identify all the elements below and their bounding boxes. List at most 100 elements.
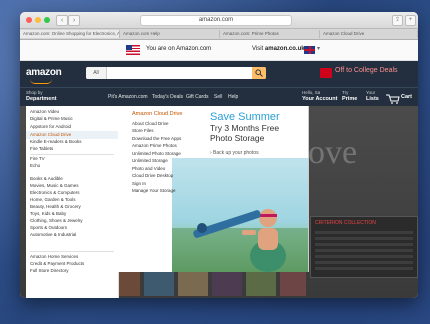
cloud-drive-flyout: Amazon Cloud Drive About Cloud Drive Sto… <box>118 106 309 272</box>
promo-link[interactable]: › Back up your photos <box>210 150 259 156</box>
lists-small: Your <box>366 90 376 95</box>
menu-item-home-garden[interactable]: Home, Garden & Tools <box>30 197 75 202</box>
new-tab-icon[interactable]: + <box>405 15 416 26</box>
tab-bar: Amazon.com: Online Shopping for Electron… <box>20 29 418 40</box>
flyout-item-desktop[interactable]: Cloud Drive Desktop <box>132 173 173 178</box>
menu-item-sports[interactable]: Sports & Outdoors <box>30 225 67 230</box>
account-big: Your Account <box>302 96 338 102</box>
shop-by-big: Department <box>26 96 57 102</box>
uk-flag-icon <box>304 46 315 54</box>
menu-divider-2 <box>30 251 114 252</box>
department-menu: Amazon Video Digital & Prime Music Appst… <box>26 106 119 298</box>
maximize-window-button[interactable] <box>44 17 50 23</box>
promo-title: Save Summer <box>210 111 280 123</box>
person-with-water-gun-image <box>172 209 308 272</box>
tab-prime-photos[interactable]: Amazon.com: Prime Photos <box>220 30 320 38</box>
menu-item-appstore[interactable]: Appstore for Android <box>30 124 71 129</box>
nav-link-amazon[interactable]: Pit's Amazon.com <box>108 94 148 100</box>
menu-item-beauty[interactable]: Beauty, Health & Grocery <box>30 204 81 209</box>
browser-window: ‹ › amazon.com ⇪ + Amazon.com: Online Sh… <box>20 12 418 298</box>
visit-uk-domain[interactable]: amazon.co.uk <box>265 46 305 52</box>
promo-line-2: Photo Storage <box>210 132 265 143</box>
tab-amazon-help[interactable]: Amazon.com Help <box>120 30 220 38</box>
ad-banner[interactable]: CRITERION COLLECTION <box>310 216 418 278</box>
amazon-smile-icon <box>30 79 52 84</box>
menu-item-automotive[interactable]: Automotive & Industrial <box>30 232 76 237</box>
flyout-item-manage-storage[interactable]: Manage Your Storage <box>132 188 176 193</box>
college-deals-promo[interactable]: Off to College Deals <box>320 67 414 79</box>
search-icon <box>255 69 263 77</box>
prime-student-badge-icon <box>320 68 332 78</box>
menu-item-clothing[interactable]: Clothing, Shoes & Jewelry <box>30 218 83 223</box>
chevron-down-icon[interactable]: ▾ <box>317 45 320 52</box>
tab-amazon-home[interactable]: Amazon.com: Online Shopping for Electron… <box>20 30 120 38</box>
us-flag-icon <box>126 45 140 55</box>
nav-link-gift-cards[interactable]: Gift Cards <box>186 94 209 100</box>
prime-menu[interactable]: Try Prime <box>342 90 357 102</box>
menu-item-echo[interactable]: Echo <box>30 163 40 168</box>
thumbnail-4[interactable] <box>212 272 242 296</box>
cart-icon <box>386 94 400 104</box>
menu-item-cloud-drive[interactable]: Amazon Cloud Drive <box>30 132 71 137</box>
menu-item-fire-tv[interactable]: Fire TV <box>30 156 45 161</box>
menu-item-movies[interactable]: Movies, Music & Games <box>30 183 79 188</box>
search-input[interactable] <box>108 67 248 79</box>
menu-item-electronics[interactable]: Electronics & Computers <box>30 190 80 195</box>
promo-subtitle: Try 3 Months Free Photo Storage <box>210 123 279 143</box>
shop-by-small: Shop by <box>26 90 43 95</box>
thumbnail-5[interactable] <box>246 272 276 296</box>
hero-banner-text: ove <box>308 134 358 171</box>
flyout-item-download-apps[interactable]: Download the Free Apps <box>132 136 181 141</box>
minimize-window-button[interactable] <box>35 17 41 23</box>
menu-divider <box>30 154 114 155</box>
search-category-select[interactable]: All <box>86 67 107 79</box>
menu-item-music[interactable]: Digital & Prime Music <box>30 116 73 121</box>
menu-item-kindle[interactable]: Kindle E-readers & Books <box>30 139 82 144</box>
ad-heading: CRITERION COLLECTION <box>315 220 376 226</box>
ad-body <box>315 231 413 271</box>
search-bar: All <box>86 67 266 79</box>
flyout-heading: Amazon Cloud Drive <box>132 111 183 117</box>
menu-item-toys[interactable]: Toys, Kids & Baby <box>30 211 66 216</box>
nav-row: Shop by Department Pit's Amazon.com Toda… <box>20 87 418 106</box>
search-button[interactable] <box>252 67 266 79</box>
flyout-item-store-files[interactable]: Store Files <box>132 128 154 133</box>
address-bar[interactable]: amazon.com <box>140 15 292 26</box>
flyout-item-sign-in[interactable]: Sign In <box>132 181 146 186</box>
site-header: amazon All Off to College Deals <box>20 61 418 87</box>
visit-prefix: Visit <box>252 46 264 52</box>
share-icon[interactable]: ⇪ <box>392 15 403 26</box>
browser-titlebar: ‹ › amazon.com ⇪ + <box>20 12 418 29</box>
shop-by-department-button[interactable]: Shop by Department <box>26 90 57 102</box>
menu-item-fire-tablets[interactable]: Fire Tablets <box>30 146 53 151</box>
thumbnail-6[interactable] <box>280 272 306 296</box>
nav-link-sell[interactable]: Sell <box>214 94 222 100</box>
amazon-logo[interactable]: amazon <box>26 67 62 78</box>
back-button[interactable]: ‹ <box>56 15 68 26</box>
lists-big: Lists <box>366 96 379 102</box>
menu-item-home-services[interactable]: Amazon Home Services <box>30 254 78 259</box>
locale-notice-text: You are on Amazon.com <box>146 46 212 52</box>
thumbnail-2[interactable] <box>144 272 174 296</box>
promo-photo <box>172 158 308 272</box>
menu-item-books[interactable]: Books & Audible <box>30 176 63 181</box>
thumbnail-3[interactable] <box>178 272 208 296</box>
flyout-item-prime-photos[interactable]: Amazon Prime Photos <box>132 143 177 148</box>
lists-menu[interactable]: Your Lists <box>366 90 379 102</box>
flyout-item-photo-video[interactable]: Photo and Video <box>132 166 165 171</box>
nav-link-help[interactable]: Help <box>228 94 238 100</box>
flyout-item-unlimited-storage[interactable]: Unlimited Storage <box>132 158 168 163</box>
forward-button[interactable]: › <box>68 15 80 26</box>
cart-label: Cart <box>401 94 413 100</box>
account-menu[interactable]: Hello, Sa Your Account <box>302 90 337 102</box>
tab-cloud-drive[interactable]: Amazon Cloud Drive <box>320 30 418 38</box>
flyout-item-unlimited-photo[interactable]: Unlimited Photo Storage <box>132 151 181 156</box>
close-window-button[interactable] <box>26 17 32 23</box>
menu-item-directory[interactable]: Full Store Directory <box>30 268 69 273</box>
menu-item-amazon-video[interactable]: Amazon Video <box>30 109 59 114</box>
flyout-item-about[interactable]: About Cloud Drive <box>132 121 169 126</box>
prime-small: Try <box>342 90 349 95</box>
menu-item-credit[interactable]: Credit & Payment Products <box>30 261 84 266</box>
visit-uk-link[interactable]: Visit amazon.co.uk <box>252 46 305 52</box>
nav-link-todays-deals[interactable]: Today's Deals <box>152 94 183 100</box>
